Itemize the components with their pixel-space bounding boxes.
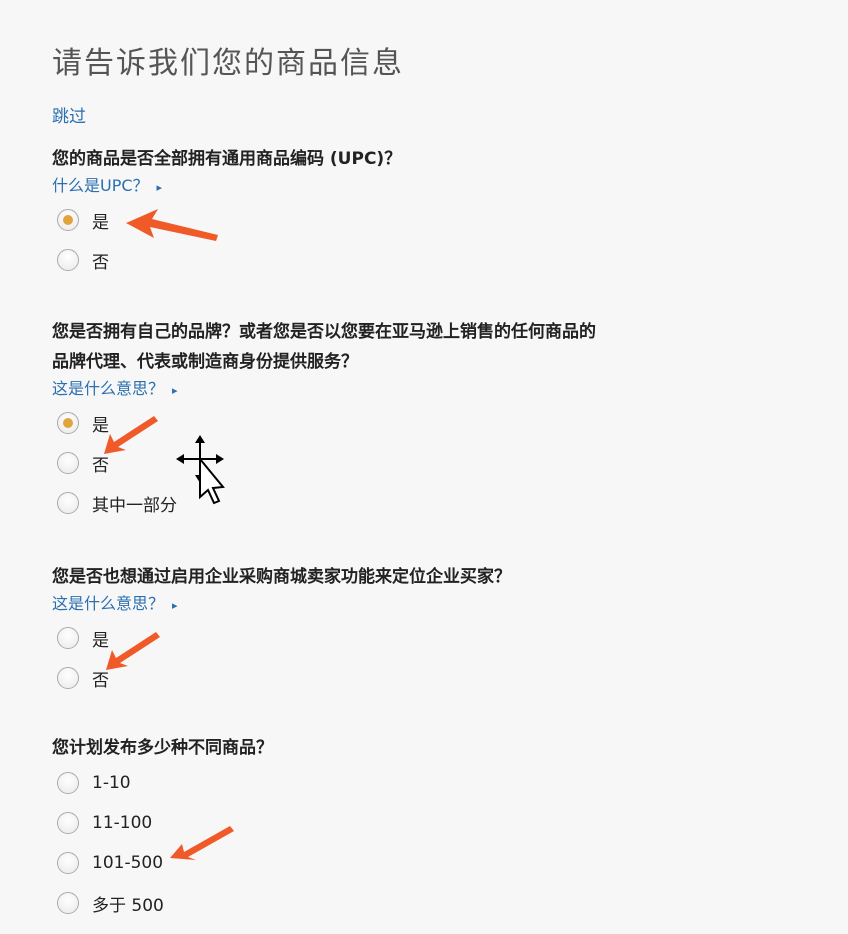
- radio-option-label: 11-100: [92, 813, 153, 833]
- what-does-this-mean-link-label: 这是什么意思？: [52, 594, 165, 613]
- radio-option[interactable]: 1-10: [52, 763, 792, 803]
- radio-button[interactable]: [57, 492, 79, 514]
- radio-option[interactable]: 11-100: [52, 803, 792, 843]
- what-does-this-mean-link-label: 这是什么意思？: [52, 379, 165, 398]
- what-is-upc-link-label: 什么是UPC？: [52, 176, 149, 195]
- radio-button[interactable]: [57, 249, 79, 271]
- radio-option[interactable]: 其中一部分: [52, 483, 792, 523]
- radio-option-label: 否: [92, 670, 109, 691]
- radio-option[interactable]: 101-500: [52, 843, 792, 883]
- seller-survey-page: 请告诉我们您的商品信息 跳过 您的商品是否全部拥有通用商品编码 (UPC)？ 什…: [0, 0, 848, 934]
- radio-option[interactable]: 是: [52, 618, 792, 658]
- question-brand-text-line1: 您是否拥有自己的品牌？或者您是否以您要在亚马逊上销售的任何商品的: [52, 322, 596, 342]
- radio-button[interactable]: [57, 412, 79, 434]
- caret-right-icon: ▸: [172, 599, 178, 612]
- what-does-this-mean-link[interactable]: 这是什么意思？ ▸: [52, 592, 178, 618]
- radio-button[interactable]: [57, 892, 79, 914]
- radio-button[interactable]: [57, 209, 79, 231]
- radio-button[interactable]: [57, 772, 79, 794]
- radio-option[interactable]: 否: [52, 658, 792, 698]
- radio-option-label: 是: [92, 212, 109, 233]
- what-is-upc-link[interactable]: 什么是UPC？ ▸: [52, 174, 162, 200]
- radio-option[interactable]: 是: [52, 200, 792, 240]
- what-does-this-mean-link[interactable]: 这是什么意思？ ▸: [52, 377, 178, 403]
- radio-button[interactable]: [57, 452, 79, 474]
- radio-button[interactable]: [57, 852, 79, 874]
- question-product-count: 您计划发布多少种不同商品？ 1-10 11-100 101-500 多于 500: [52, 733, 792, 923]
- radio-option-label: 其中一部分: [92, 495, 177, 516]
- question-upc: 您的商品是否全部拥有通用商品编码 (UPC)？ 什么是UPC？ ▸ 是 否: [52, 144, 792, 280]
- skip-link[interactable]: 跳过: [52, 102, 86, 127]
- caret-right-icon: ▸: [172, 384, 178, 397]
- radio-option-label: 101-500: [92, 853, 164, 873]
- page-title: 请告诉我们您的商品信息: [52, 46, 404, 81]
- radio-button[interactable]: [57, 667, 79, 689]
- caret-right-icon: ▸: [156, 181, 163, 194]
- radio-option-label: 1-10: [92, 773, 131, 793]
- radio-option-label: 是: [92, 630, 109, 651]
- radio-option-label: 否: [92, 252, 109, 273]
- question-business-buyers-text: 您是否也想通过启用企业采购商城卖家功能来定位企业买家？: [52, 567, 511, 587]
- question-brand-text-line2: 品牌代理、代表或制造商身份提供服务？: [52, 352, 358, 372]
- question-upc-text: 您的商品是否全部拥有通用商品编码 (UPC)？: [52, 149, 402, 169]
- question-brand: 您是否拥有自己的品牌？或者您是否以您要在亚马逊上销售的任何商品的 品牌代理、代表…: [52, 317, 792, 523]
- radio-option[interactable]: 是: [52, 403, 792, 443]
- question-business-buyers: 您是否也想通过启用企业采购商城卖家功能来定位企业买家？ 这是什么意思？ ▸ 是 否: [52, 562, 792, 698]
- radio-option[interactable]: 否: [52, 443, 792, 483]
- radio-option-label: 是: [92, 415, 109, 436]
- radio-option-label: 多于 500: [92, 895, 164, 916]
- radio-option-label: 否: [92, 455, 109, 476]
- question-product-count-text: 您计划发布多少种不同商品？: [52, 738, 273, 758]
- radio-button[interactable]: [57, 627, 79, 649]
- radio-option[interactable]: 否: [52, 240, 792, 280]
- radio-option[interactable]: 多于 500: [52, 883, 792, 923]
- radio-button[interactable]: [57, 812, 79, 834]
